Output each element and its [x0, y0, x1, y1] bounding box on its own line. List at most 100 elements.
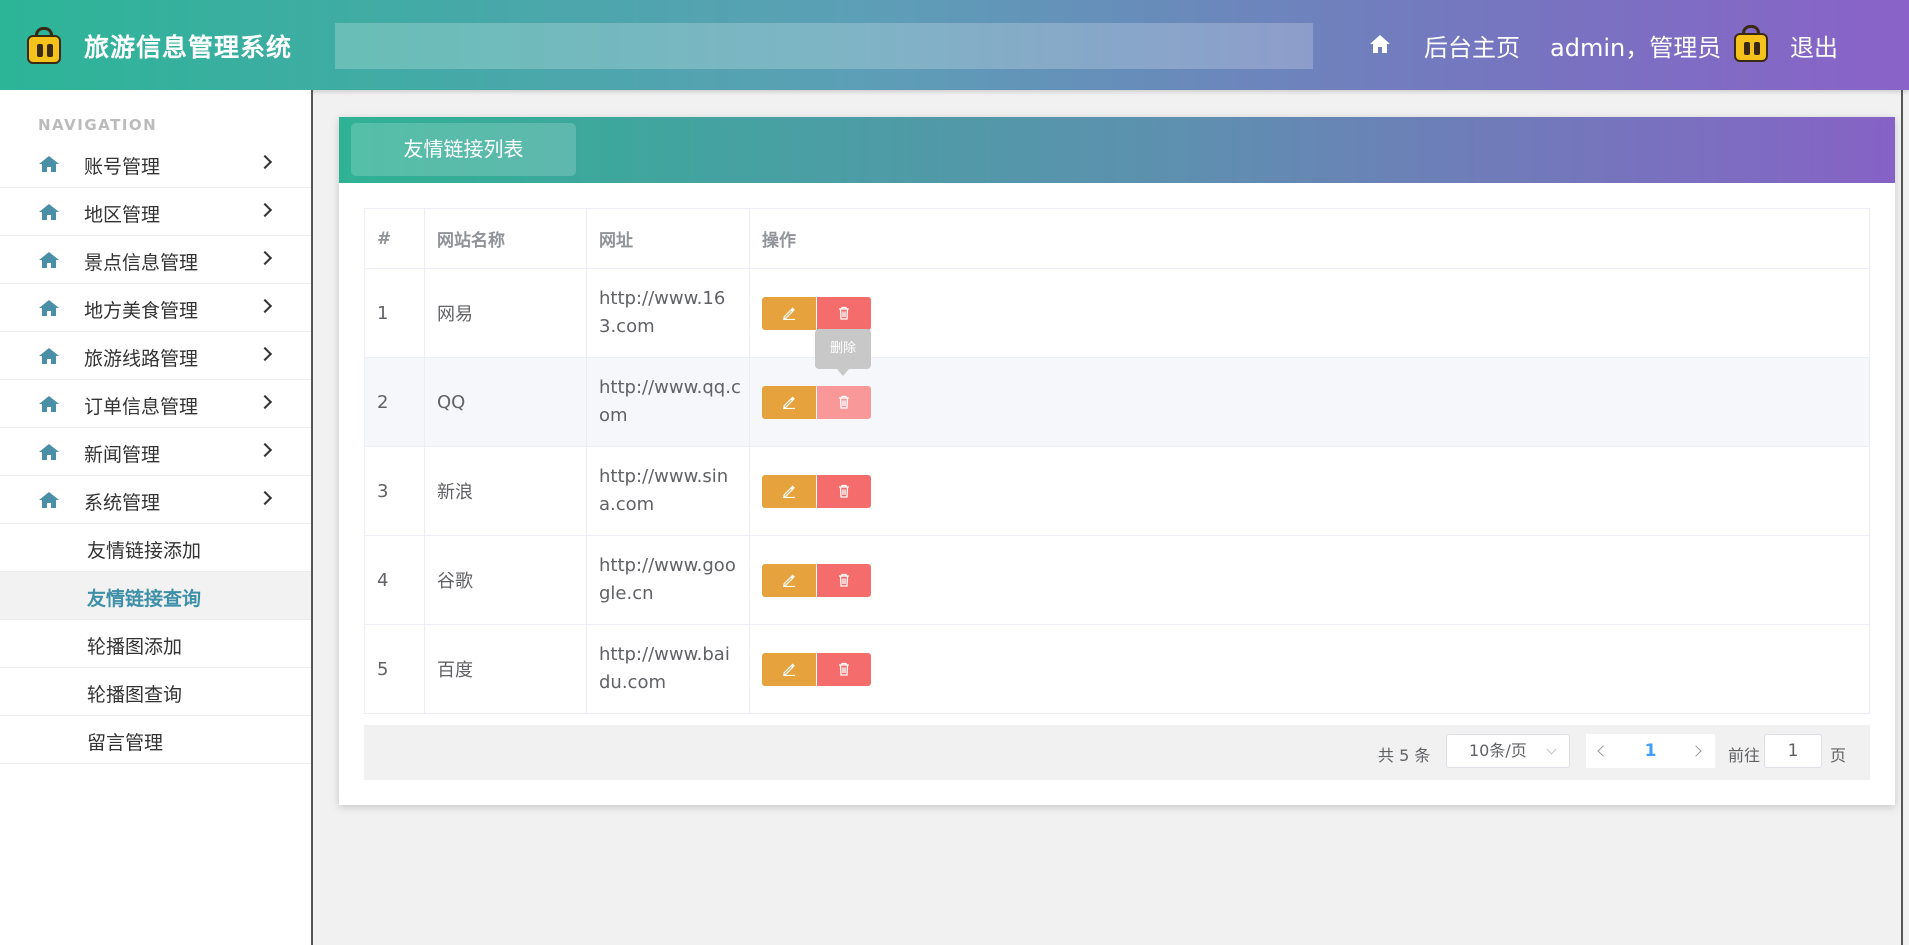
row-id: 3	[364, 446, 425, 536]
row-actions	[749, 624, 1870, 714]
sidebar-subitem-label: 友情链接添加	[87, 540, 202, 562]
delete-button[interactable]	[817, 563, 871, 597]
scrollbar[interactable]	[1901, 90, 1903, 945]
chevron-right-icon	[257, 490, 273, 506]
page-number-current[interactable]: 1	[1618, 734, 1683, 768]
sidebar-item-food[interactable]: 地方美食管理	[0, 284, 311, 332]
sidebar-item-label: 账号管理	[84, 156, 161, 178]
row-url: http://www.163.com	[586, 268, 750, 358]
delete-tooltip: 删除	[815, 329, 871, 376]
sidebar-item-routes[interactable]: 旅游线路管理	[0, 332, 311, 380]
suitcase-icon	[1731, 24, 1771, 64]
edit-button[interactable]	[762, 563, 816, 597]
sidebar-item-label: 旅游线路管理	[84, 348, 199, 370]
links-table: # 网站名称 网址 操作 1 网易 http://www.163.com 2 Q…	[364, 208, 1870, 714]
goto-unit-label: 页	[1830, 746, 1847, 765]
panel-header: 友情链接列表	[339, 117, 1895, 183]
home-icon[interactable]	[1369, 34, 1391, 54]
column-header: 操作	[749, 208, 1870, 269]
prev-page-button[interactable]	[1586, 734, 1618, 768]
chevron-right-icon	[257, 154, 273, 170]
home-icon	[39, 300, 59, 316]
edit-button[interactable]	[762, 474, 816, 508]
chevron-right-icon	[257, 346, 273, 362]
row-actions	[749, 535, 1870, 625]
column-header[interactable]: #	[364, 208, 425, 269]
pagination: 共 5 条 10条/页 1 前往 页	[364, 725, 1870, 780]
sidebar-item-label: 地区管理	[84, 204, 161, 226]
sidebar-item-region[interactable]: 地区管理	[0, 188, 311, 236]
chevron-right-icon	[257, 442, 273, 458]
edit-button[interactable]	[762, 652, 816, 686]
trash-icon	[839, 484, 849, 498]
home-icon	[39, 492, 59, 508]
row-actions	[749, 446, 1870, 536]
delete-button[interactable]	[817, 385, 871, 419]
row-site-name: 谷歌	[424, 535, 587, 625]
chevron-right-icon	[257, 298, 273, 314]
home-icon	[39, 348, 59, 364]
trash-icon	[839, 573, 849, 587]
row-id: 5	[364, 624, 425, 714]
admin-home-link[interactable]: 后台主页	[1424, 28, 1520, 63]
edit-button[interactable]	[762, 385, 816, 419]
sidebar-subitem-label: 轮播图添加	[87, 636, 183, 658]
row-actions	[749, 268, 1870, 358]
row-id: 2	[364, 357, 425, 447]
sidebar-subitem-label: 友情链接查询	[87, 588, 202, 610]
delete-button[interactable]	[817, 474, 871, 508]
row-url: http://www.qq.com	[586, 357, 750, 447]
edit-button[interactable]	[762, 296, 816, 330]
logout-link[interactable]: 退出	[1790, 28, 1838, 63]
edit-icon	[783, 663, 795, 676]
top-search-bar[interactable]	[335, 23, 1313, 69]
edit-icon	[783, 396, 795, 409]
pagination-total: 共 5 条	[1378, 746, 1431, 765]
sidebar-subitem-link-add[interactable]: 友情链接添加	[0, 524, 311, 572]
next-page-button[interactable]	[1683, 734, 1715, 768]
row-url: http://www.baidu.com	[586, 624, 750, 714]
nav-caption: NAVIGATION	[38, 116, 158, 134]
sidebar-subitem-carousel-query[interactable]: 轮播图查询	[0, 668, 311, 716]
sidebar-subitem-messages[interactable]: 留言管理	[0, 716, 311, 764]
row-url: http://www.google.cn	[586, 535, 750, 625]
sidebar-subitem-carousel-add[interactable]: 轮播图添加	[0, 620, 311, 668]
trash-icon	[839, 395, 849, 409]
column-header[interactable]: 网站名称	[424, 208, 587, 269]
home-icon	[39, 444, 59, 460]
table-row: 1 网易 http://www.163.com	[364, 268, 1870, 358]
delete-button[interactable]	[817, 652, 871, 686]
sidebar-subitem-label: 轮播图查询	[87, 684, 183, 706]
sidebar-item-news[interactable]: 新闻管理	[0, 428, 311, 476]
chevron-right-icon	[257, 250, 273, 266]
trash-icon	[839, 306, 849, 320]
page-size-select[interactable]: 10条/页	[1446, 734, 1570, 768]
chevron-left-icon	[1597, 745, 1609, 757]
sidebar-item-orders[interactable]: 订单信息管理	[0, 380, 311, 428]
column-header[interactable]: 网址	[586, 208, 750, 269]
home-icon	[39, 204, 59, 220]
sidebar-item-attractions[interactable]: 景点信息管理	[0, 236, 311, 284]
edit-icon	[783, 574, 795, 587]
suitcase-icon	[24, 26, 64, 66]
edit-icon	[783, 485, 795, 498]
goto-page-input[interactable]	[1764, 734, 1822, 768]
delete-button[interactable]	[817, 296, 871, 330]
table-row: 2 QQ http://www.qq.com	[364, 357, 1870, 447]
home-icon	[39, 252, 59, 268]
sidebar: NAVIGATION 账号管理 地区管理 景点信息管理 地方美食管理 旅游线路管…	[0, 90, 313, 945]
table-row: 5 百度 http://www.baidu.com	[364, 624, 1870, 714]
table-header-row: # 网站名称 网址 操作	[364, 208, 1870, 269]
goto-label: 前往	[1728, 746, 1761, 765]
row-site-name: 网易	[424, 268, 587, 358]
sidebar-subitem-link-query[interactable]: 友情链接查询	[0, 572, 311, 620]
sidebar-item-system[interactable]: 系统管理	[0, 476, 311, 524]
chevron-right-icon	[1690, 745, 1702, 757]
home-icon	[39, 156, 59, 172]
sidebar-item-label: 系统管理	[84, 492, 161, 514]
app-title: 旅游信息管理系统	[84, 33, 293, 62]
sidebar-item-label: 景点信息管理	[84, 252, 199, 274]
tab-link-list[interactable]: 友情链接列表	[351, 123, 576, 176]
sidebar-item-label: 订单信息管理	[84, 396, 199, 418]
sidebar-item-account[interactable]: 账号管理	[0, 140, 311, 188]
